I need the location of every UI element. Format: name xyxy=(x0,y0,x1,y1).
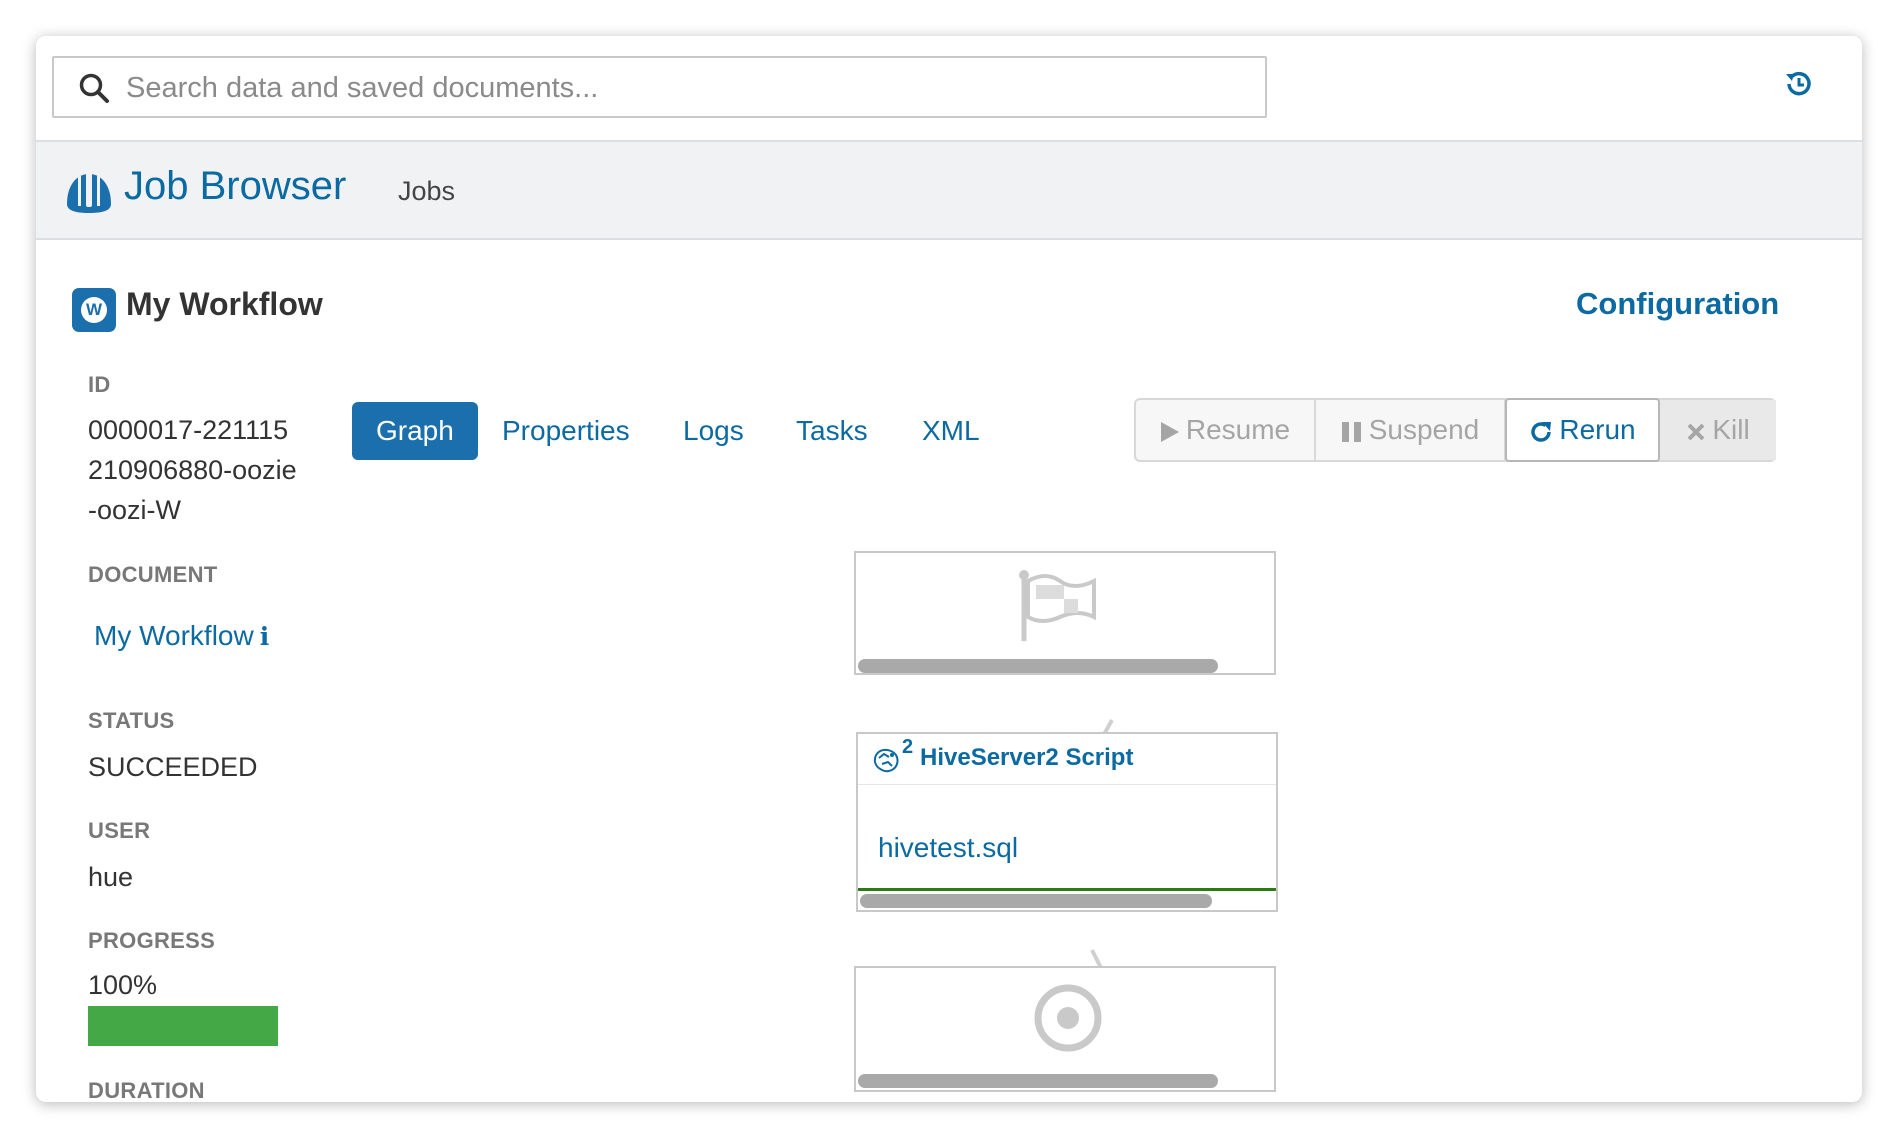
workflow-title: My Workflow xyxy=(126,286,323,322)
target-icon xyxy=(1034,984,1102,1052)
tab-xml[interactable]: XML xyxy=(922,402,980,460)
action-success-line xyxy=(858,888,1276,891)
refresh-icon xyxy=(1531,421,1552,442)
search-icon xyxy=(79,73,109,103)
play-icon xyxy=(1160,421,1179,442)
graph-start-node[interactable] xyxy=(854,551,1276,675)
pause-icon xyxy=(1341,421,1361,442)
history-icon[interactable] xyxy=(1781,66,1817,102)
hard-hat-icon xyxy=(67,171,111,213)
action-file-link[interactable]: hivetest.sql xyxy=(878,832,1018,864)
search-input[interactable] xyxy=(124,66,1248,110)
job-actions: Resume Suspend Rerun Kill xyxy=(1134,398,1776,462)
app-header: Job Browser Jobs xyxy=(36,140,1862,240)
resume-label: Resume xyxy=(1185,414,1291,445)
status-label: STATUS xyxy=(88,708,175,733)
id-label: ID xyxy=(88,372,111,397)
top-search-bar xyxy=(36,36,1862,140)
search-box[interactable] xyxy=(52,56,1267,118)
workflow-badge-icon: W xyxy=(72,288,116,332)
tab-graph[interactable]: Graph xyxy=(352,402,478,460)
app-title[interactable]: Job Browser xyxy=(124,164,346,209)
graph-action-node[interactable]: 2 HiveServer2 Script hivetest.sql xyxy=(856,732,1278,912)
user-label: USER xyxy=(88,818,151,843)
duration-label: DURATION xyxy=(88,1078,205,1102)
action-node-header: 2 HiveServer2 Script xyxy=(858,734,1276,785)
tab-tasks[interactable]: Tasks xyxy=(796,402,868,460)
progress-value: 100% xyxy=(88,970,158,1000)
status-value: SUCCEEDED xyxy=(88,752,258,782)
rerun-button[interactable]: Rerun xyxy=(1505,398,1660,462)
progress-fill xyxy=(88,1006,278,1046)
suspend-label: Suspend xyxy=(1368,414,1480,445)
user-value: hue xyxy=(88,862,134,892)
action-count: 2 xyxy=(902,736,914,758)
graph-end-node[interactable] xyxy=(854,966,1276,1092)
document-link-text: My Workflow xyxy=(94,620,254,651)
id-value: 0000017-221115210906880-oozie-oozi-W xyxy=(88,415,297,525)
document-link[interactable]: My Workflow i xyxy=(94,620,269,652)
app-window: Job Browser Jobs W My Workflow Configura… xyxy=(36,36,1862,1102)
end-node-bar xyxy=(858,1074,1218,1088)
flag-icon xyxy=(1019,570,1096,641)
resume-button[interactable]: Resume xyxy=(1136,400,1316,460)
nav-jobs[interactable]: Jobs xyxy=(398,176,455,207)
action-node-bar xyxy=(860,894,1212,908)
tab-logs[interactable]: Logs xyxy=(683,402,744,460)
configuration-link[interactable]: Configuration xyxy=(1576,286,1779,322)
info-icon[interactable]: i xyxy=(260,622,270,651)
hive-icon xyxy=(873,748,899,773)
workflow-badge-letter: W xyxy=(81,297,107,323)
progress-bar xyxy=(88,1006,278,1046)
kill-button[interactable]: Kill xyxy=(1660,400,1776,460)
suspend-button[interactable]: Suspend xyxy=(1316,400,1506,460)
document-label: DOCUMENT xyxy=(88,562,218,587)
rerun-label: Rerun xyxy=(1559,414,1636,445)
progress-label: PROGRESS xyxy=(88,928,216,953)
action-name[interactable]: HiveServer2 Script xyxy=(920,744,1133,772)
close-icon xyxy=(1687,423,1705,441)
start-node-bar xyxy=(858,659,1218,673)
tab-properties[interactable]: Properties xyxy=(502,402,630,460)
kill-label: Kill xyxy=(1712,414,1750,445)
